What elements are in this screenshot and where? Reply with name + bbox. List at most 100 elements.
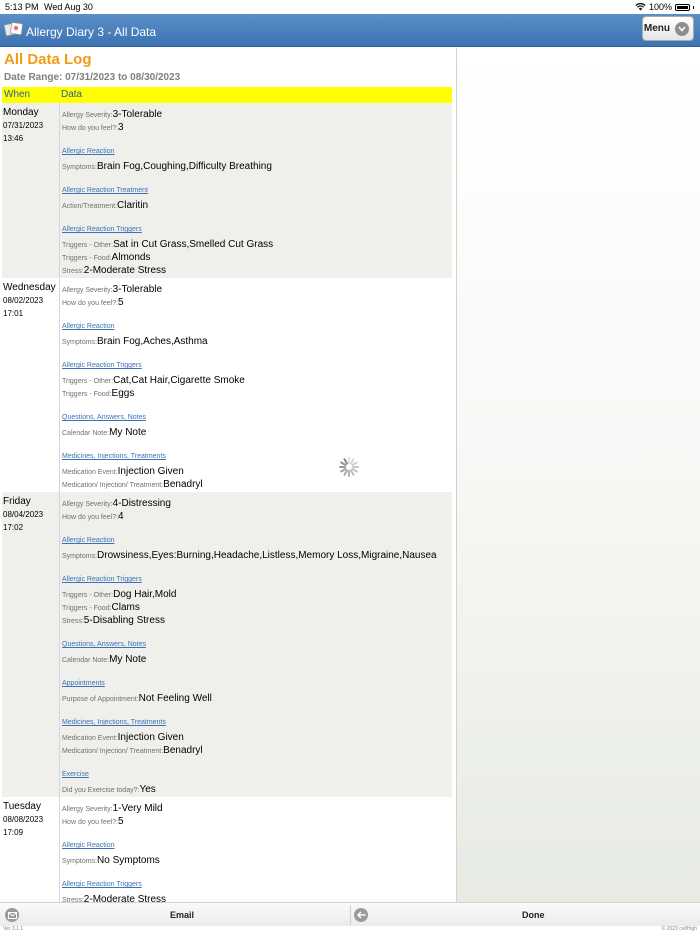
date-range-text: Date Range: 07/31/2023 to 08/30/2023 (4, 72, 181, 83)
field-label: Triggers - Food: (62, 391, 112, 398)
data-field: Symptoms:Brain Fog,Coughing,Difficulty B… (62, 158, 452, 172)
field-value: 5 (118, 816, 124, 827)
section-link[interactable]: Allergic Reaction Treatment (62, 184, 452, 197)
status-bar: 5:13 PM Wed Aug 30 100% (0, 0, 700, 14)
section-link[interactable]: Exercise (62, 768, 452, 781)
spinner-spoke (343, 469, 348, 476)
table-header: When Data (2, 87, 452, 103)
field-value: 3 (118, 122, 124, 133)
email-button[interactable]: Email (170, 910, 194, 920)
entry-day: Wednesday (3, 282, 56, 293)
done-button[interactable]: Done (522, 910, 545, 920)
version-text: Ver 3.1.1 (3, 926, 24, 932)
spinner-spoke (340, 461, 347, 466)
navigation-bar: Allergy Diary 3 - All Data Menu (0, 14, 700, 47)
data-field: Medication/ Injection/ Treatment:Benadry… (62, 742, 452, 756)
battery-tip (693, 5, 694, 9)
field-label: Medication Event: (62, 735, 118, 742)
field-value: Drowsiness,Eyes:Burning,Headache,Listles… (97, 550, 437, 561)
section-link[interactable]: Allergic Reaction (62, 839, 452, 852)
section-link[interactable]: Allergic Reaction (62, 320, 452, 333)
data-field: Symptoms:Brain Fog,Aches,Asthma (62, 333, 452, 347)
entry-time: 17:01 (3, 309, 24, 318)
field-label: Did you Exercise today?: (62, 787, 140, 794)
entry-time: 17:02 (3, 523, 24, 532)
section-link[interactable]: Questions, Answers, Notes (62, 411, 452, 424)
field-value: Not Feeling Well (138, 693, 212, 704)
field-label: Stress: (62, 618, 84, 625)
data-field: Medication/ Injection/ Treatment:Benadry… (62, 476, 452, 490)
data-field: Calendar Note:My Note (62, 424, 452, 438)
when-cell: Monday 07/31/2023 13:46 (2, 103, 60, 278)
field-value: Eggs (111, 388, 135, 399)
date-range: Date Range: 07/31/2023 to 08/30/2023 (4, 72, 180, 83)
spinner-spoke (343, 458, 348, 465)
field-value: 2-Moderate Stress (83, 265, 167, 276)
field-label: Triggers - Food: (62, 255, 112, 262)
when-cell: Friday 08/04/2023 17:02 (2, 492, 60, 797)
section-link[interactable]: Allergic Reaction Triggers (62, 878, 452, 891)
app-logo-icon (4, 22, 23, 37)
data-field: Stress:2-Moderate Stress (62, 262, 452, 276)
bottom-toolbar: Email Done (0, 902, 700, 926)
entry-date: 08/08/2023 (3, 815, 44, 824)
menu-label: Menu (643, 23, 670, 34)
field-label: Stress: (62, 268, 84, 275)
spinner-spoke (350, 469, 355, 476)
field-value: 2-Moderate Stress (83, 894, 167, 902)
entry-date: 08/02/2023 (3, 296, 44, 305)
footer: Ver 3.1.1 © 2023 cellHigh (0, 926, 700, 934)
status-indicators: 100% (635, 2, 694, 12)
field-label: How do you feel?: (62, 819, 119, 826)
battery-percent: 100% (648, 2, 672, 12)
section-link[interactable]: Appointments (62, 677, 452, 690)
field-value: Brain Fog,Coughing,Difficulty Breathing (97, 161, 272, 172)
spinner-spoke (351, 461, 358, 466)
data-field: How do you feel?:4 (62, 508, 452, 522)
copyright-text: © 2023 cellHigh (661, 926, 697, 932)
log-entry-row: Friday 08/04/2023 17:02 Allergy Severity:4-… (2, 492, 452, 797)
section-link[interactable]: Allergic Reaction Triggers (62, 359, 452, 372)
back-arrow-icon[interactable] (354, 908, 368, 922)
field-label: Triggers - Food: (62, 605, 112, 612)
field-value: Claritin (117, 200, 149, 211)
when-cell: Tuesday 08/08/2023 17:09 (2, 797, 60, 902)
section-link[interactable]: Allergic Reaction (62, 534, 452, 547)
email-icon[interactable] (5, 908, 19, 922)
menu-button[interactable]: Menu (642, 16, 694, 41)
section-link[interactable]: Medicines, Injections, Treatments (62, 716, 452, 729)
field-label: Action/Treatment: (62, 203, 117, 210)
loading-spinner-icon (339, 457, 359, 477)
field-value: 4 (118, 511, 124, 522)
section-link[interactable]: Allergic Reaction Triggers (62, 223, 452, 236)
log-rows: Monday 07/31/2023 13:46 Allergy Severity:3-… (2, 103, 452, 902)
data-field: Purpose of Appointment:Not Feeling Well (62, 690, 452, 704)
toolbar-divider (350, 905, 351, 925)
entry-day: Friday (3, 496, 31, 507)
battery-icon (675, 3, 690, 11)
chevron-down-icon (675, 21, 689, 36)
data-field: Triggers - Food:Eggs (62, 385, 452, 399)
field-label: Symptoms: (62, 339, 98, 346)
section-link[interactable]: Allergic Reaction Triggers (62, 573, 452, 586)
column-header-data: Data (61, 89, 83, 100)
data-field: How do you feel?:5 (62, 294, 452, 308)
all-data-log-panel[interactable]: All Data Log Date Range: 07/31/2023 to 0… (0, 48, 456, 902)
section-link[interactable]: Questions, Answers, Notes (62, 638, 452, 651)
section-link[interactable]: Medicines, Injections, Treatments (62, 450, 452, 463)
status-date: Wed Aug 30 (44, 2, 93, 12)
field-label: Symptoms: (62, 164, 98, 171)
entry-date: 08/04/2023 (3, 510, 44, 519)
spinner-spoke (351, 468, 358, 473)
field-label: Triggers - Other: (62, 242, 114, 249)
data-field: Triggers - Other:Dog Hair,Mold (62, 586, 452, 600)
data-cell: Allergy Severity:3-Tolerable How do you f… (60, 278, 452, 492)
data-field: Allergy Severity:3-Tolerable (62, 106, 452, 120)
section-link[interactable]: Allergic Reaction (62, 145, 452, 158)
entry-time: 13:46 (3, 134, 24, 143)
